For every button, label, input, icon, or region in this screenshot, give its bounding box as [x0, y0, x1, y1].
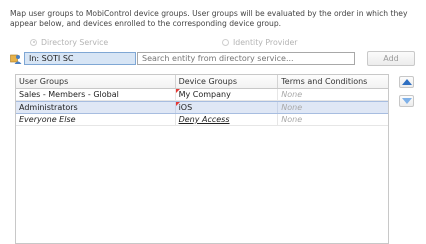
directory-service-option[interactable]: Directory Service [30, 37, 108, 47]
user-group-cell: Administrators [16, 102, 176, 113]
entity-search-input[interactable] [137, 52, 355, 65]
instructions-text: Map user groups to MobiControl device gr… [10, 9, 408, 28]
user-group-icon [10, 54, 22, 64]
column-header-terms[interactable]: Terms and Conditions [278, 75, 388, 88]
group-mapping-table: User Groups Device Groups Terms and Cond… [15, 74, 389, 244]
device-group-link[interactable]: Deny Access [176, 114, 279, 125]
device-group-value: iOS [178, 103, 193, 112]
table-header: User Groups Device Groups Terms and Cond… [16, 75, 388, 89]
identity-provider-radio[interactable] [222, 38, 229, 46]
terms-cell[interactable]: None [278, 102, 388, 113]
modified-marker-icon [175, 89, 180, 93]
modified-marker-icon [175, 102, 180, 106]
arrow-up-icon [401, 79, 412, 85]
terms-cell[interactable]: None [278, 89, 388, 100]
column-header-device-groups[interactable]: Device Groups [176, 75, 279, 88]
move-down-button[interactable] [399, 95, 414, 107]
device-group-cell[interactable]: My Company [175, 89, 279, 100]
directory-service-label: Directory Service [41, 37, 109, 47]
user-group-cell: Everyone Else [16, 114, 176, 125]
identity-provider-label: Identity Provider [233, 37, 298, 47]
terms-cell[interactable]: None [278, 114, 388, 125]
add-button[interactable]: Add [367, 51, 415, 66]
device-group-value: My Company [178, 90, 231, 99]
table-row[interactable]: Everyone Else Deny Access None [16, 114, 388, 126]
directory-scope-box[interactable]: In: SOTI SC [24, 52, 136, 65]
directory-service-radio[interactable] [30, 38, 37, 46]
move-up-button[interactable] [399, 76, 414, 88]
identity-provider-option[interactable]: Identity Provider [222, 37, 297, 47]
table-row[interactable]: Sales - Members - Global My Company None [16, 89, 388, 101]
user-group-cell: Sales - Members - Global [16, 89, 176, 100]
table-row[interactable]: Administrators iOS None [16, 101, 388, 114]
device-group-cell[interactable]: iOS [175, 102, 279, 113]
arrow-down-icon [401, 98, 412, 104]
column-header-user-groups[interactable]: User Groups [16, 75, 176, 88]
